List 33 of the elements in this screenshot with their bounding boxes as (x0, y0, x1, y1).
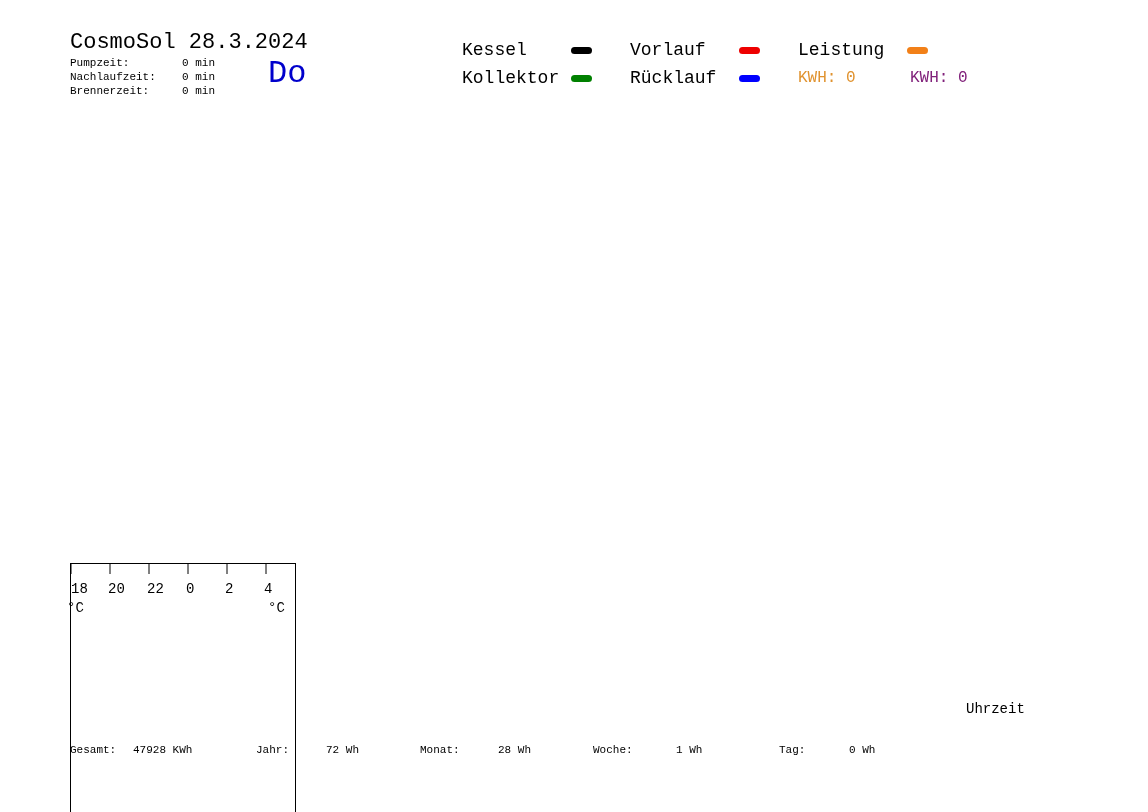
total-label: Monat: (420, 743, 461, 757)
total-value: 1 Wh (676, 743, 704, 757)
legend-label: Leistung (798, 40, 886, 60)
kwh-total: KWH: 0 (798, 68, 856, 88)
total-label: Woche: (593, 743, 634, 757)
tick-label: 2 (225, 581, 234, 597)
total-value: 28 Wh (498, 743, 532, 757)
page-title: CosmoSol 28.3.2024 (70, 30, 309, 56)
kwh-total: KWH: 0 (910, 68, 968, 88)
legend-label: Kessel (462, 40, 528, 60)
time-value: 0 min (182, 70, 216, 84)
axis-label: Uhrzeit (966, 701, 1025, 717)
total-label: Jahr: (256, 743, 290, 757)
tick-label: 0 (186, 581, 195, 597)
legend-label: Rücklauf (630, 68, 718, 88)
legend-label: Vorlauf (630, 40, 707, 60)
time-value: 0 min (182, 84, 216, 98)
time-value: 0 min (182, 56, 216, 70)
total-label: Tag: (779, 743, 807, 757)
total-value: 47928 KWh (133, 743, 194, 757)
tick-label: 20 (108, 581, 125, 597)
total-value: 0 Wh (849, 743, 876, 757)
total-label: Gesamt: (70, 743, 118, 757)
total-value: 72 Wh (326, 743, 360, 757)
tick-label: 18 (71, 581, 88, 597)
weekday: Do (268, 58, 307, 90)
time-label: Pumpzeit: (70, 56, 131, 70)
unit-label: °C (268, 600, 285, 616)
tick-label: 22 (147, 581, 164, 597)
time-label: Nachlaufzeit: (70, 70, 157, 84)
tick-label: 4 (264, 581, 273, 597)
time-label: Brennerzeit: (70, 84, 151, 98)
legend-label: Kollektor (462, 68, 561, 88)
